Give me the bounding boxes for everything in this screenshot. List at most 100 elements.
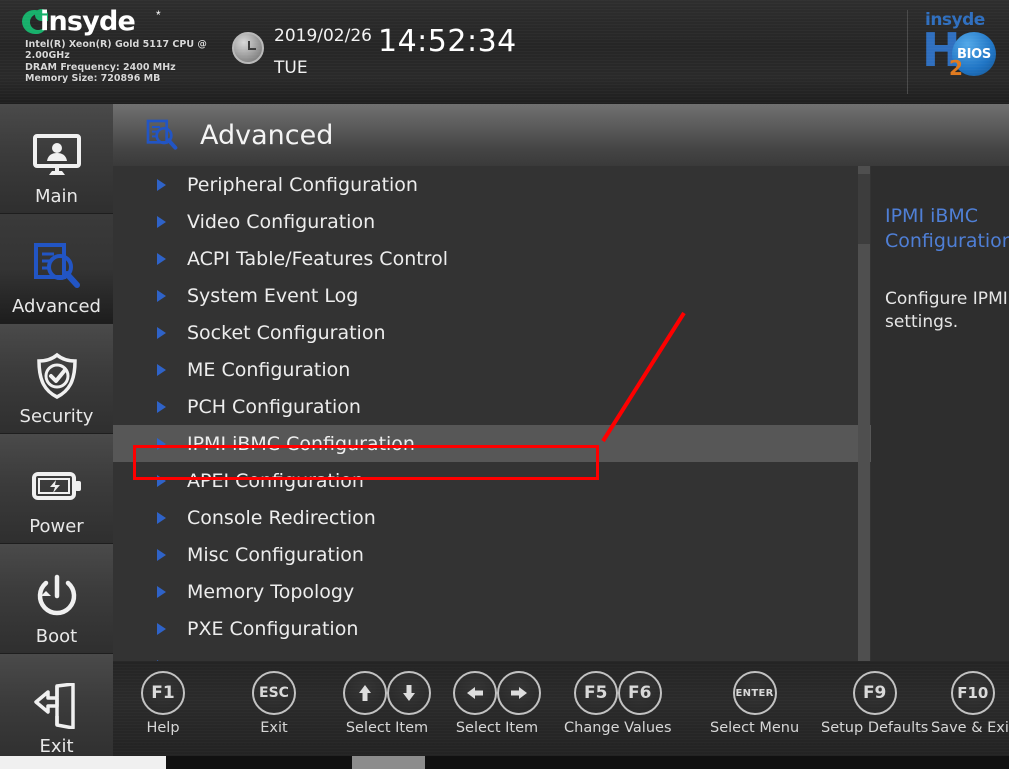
- system-weekday: TUE: [274, 58, 308, 78]
- arrow-right-icon: [511, 687, 527, 699]
- system-date: 2019/02/26: [274, 26, 372, 46]
- submenu-arrow-icon: [157, 289, 166, 302]
- page-title: Advanced: [200, 119, 334, 151]
- key-arrow-left[interactable]: [453, 671, 497, 715]
- sidebar-item-label: Main: [35, 186, 78, 207]
- submenu-arrow-icon: [157, 437, 166, 450]
- submenu-arrow-icon: [157, 215, 166, 228]
- fkey-help[interactable]: F1 Help: [141, 671, 185, 736]
- fkey-label: Save & Exit: [931, 720, 1009, 736]
- logo-divider: [907, 10, 908, 94]
- fkey-label: Select Menu: [710, 720, 800, 736]
- sidebar-item-exit[interactable]: Exit: [0, 654, 113, 764]
- menu-item-label: Memory Topology: [187, 580, 355, 603]
- sidebar-item-advanced[interactable]: Advanced: [0, 214, 113, 324]
- main-content-panel: Advanced Peripheral Configuration Video …: [113, 104, 1009, 661]
- fkey-change-values[interactable]: F5 F6 Change Values: [564, 671, 672, 736]
- sidebar-item-security[interactable]: Security: [0, 324, 113, 434]
- arrow-down-icon: [403, 685, 415, 701]
- submenu-arrow-icon: [157, 548, 166, 561]
- h2o-subscript-text: 2: [949, 56, 963, 80]
- key-esc[interactable]: ESC: [252, 671, 296, 715]
- bottom-strip-mid-segment: [352, 756, 425, 769]
- submenu-arrow-icon: [157, 363, 166, 376]
- menu-scrollbar[interactable]: [858, 166, 870, 661]
- arrow-left-icon: [467, 687, 483, 699]
- shield-check-icon: [34, 348, 80, 404]
- fkey-select-item-horizontal[interactable]: Select Item: [453, 671, 541, 736]
- page-header: Advanced: [113, 104, 1009, 166]
- menu-item-misc-configuration[interactable]: Misc Configuration: [113, 536, 871, 573]
- sidebar-item-power[interactable]: Power: [0, 434, 113, 544]
- menu-item-system-event-log[interactable]: System Event Log: [113, 277, 871, 314]
- system-info-text: Intel(R) Xeon(R) Gold 5117 CPU @ 2.00GHz…: [25, 39, 207, 85]
- clock-icon: [232, 32, 264, 64]
- system-time: 14:52:34: [378, 24, 517, 59]
- menu-item-video-configuration[interactable]: Video Configuration: [113, 203, 871, 240]
- menu-item-peripheral-configuration[interactable]: Peripheral Configuration: [113, 166, 871, 203]
- bios-setup-screen: insyde * Intel(R) Xeon(R) Gold 5117 CPU …: [0, 0, 1009, 769]
- sidebar-item-label: Exit: [39, 736, 74, 757]
- menu-item-label: System Event Log: [187, 284, 359, 307]
- menu-item-acpi-table-features-control[interactable]: ACPI Table/Features Control: [113, 240, 871, 277]
- sidebar-item-label: Advanced: [12, 296, 101, 317]
- sidebar-item-label: Security: [19, 406, 94, 427]
- bottom-strip-left-segment: [0, 756, 166, 769]
- fkey-label: Select Item: [455, 720, 539, 736]
- key-f6[interactable]: F6: [617, 671, 662, 715]
- key-arrow-right[interactable]: [497, 671, 541, 715]
- menu-scrollbar-thumb[interactable]: [858, 174, 870, 244]
- menu-item-pxe-configuration[interactable]: PXE Configuration: [113, 610, 871, 647]
- fkey-select-item-vertical[interactable]: Select Item: [343, 671, 431, 736]
- bottom-edge-strip: [0, 756, 1009, 769]
- fkey-label: Change Values: [564, 720, 672, 736]
- menu-item-label: Socket Configuration: [187, 321, 386, 344]
- help-description: Configure IPMI iBMC settings.: [885, 289, 1009, 332]
- brand-trademark: *: [156, 8, 161, 22]
- menu-item-me-configuration[interactable]: ME Configuration: [113, 351, 871, 388]
- fkey-exit[interactable]: ESC Exit: [252, 671, 296, 736]
- insyde-logo: insyde *: [22, 6, 252, 37]
- key-f9[interactable]: F9: [852, 671, 897, 715]
- sidebar-item-boot[interactable]: Boot: [0, 544, 113, 654]
- fkey-label: Setup Defaults: [821, 720, 929, 736]
- submenu-arrow-icon: [157, 474, 166, 487]
- key-f1[interactable]: F1: [141, 671, 185, 715]
- key-enter[interactable]: ENTER: [732, 671, 777, 715]
- top-header-bar: insyde * Intel(R) Xeon(R) Gold 5117 CPU …: [0, 0, 1009, 104]
- fkey-label: Exit: [260, 720, 288, 736]
- fkey-label: Select Item: [345, 720, 429, 736]
- menu-item-partially-visible[interactable]: [113, 647, 871, 661]
- advanced-menu-list: Peripheral Configuration Video Configura…: [113, 166, 871, 661]
- fkey-save-exit[interactable]: F10 Save & Exit: [931, 671, 1009, 736]
- menu-item-label: PXE Configuration: [187, 617, 359, 640]
- submenu-arrow-icon: [157, 326, 166, 339]
- menu-item-memory-topology[interactable]: Memory Topology: [113, 573, 871, 610]
- power-symbol-icon: [33, 568, 81, 624]
- key-f10[interactable]: F10: [950, 671, 995, 715]
- help-panel: IPMI iBMC Configuration Configure IPMI i…: [871, 166, 1009, 661]
- menu-item-label: PCH Configuration: [187, 395, 361, 418]
- menu-item-label: Misc Configuration: [187, 543, 364, 566]
- fkey-setup-defaults[interactable]: F9 Setup Defaults: [821, 671, 928, 736]
- menu-item-label: IPMI iBMC Configuration: [187, 432, 415, 455]
- key-f5[interactable]: F5: [573, 671, 618, 715]
- menu-item-label: ME Configuration: [187, 358, 351, 381]
- menu-item-label: Video Configuration: [187, 210, 376, 233]
- menu-item-pch-configuration[interactable]: PCH Configuration: [113, 388, 871, 425]
- help-title: IPMI iBMC Configuration: [885, 205, 1009, 252]
- sidebar-item-main[interactable]: Main: [0, 104, 113, 214]
- key-arrow-up[interactable]: [343, 671, 387, 715]
- menu-item-console-redirection[interactable]: Console Redirection: [113, 499, 871, 536]
- sidebar-item-label: Boot: [35, 626, 78, 647]
- menu-item-socket-configuration[interactable]: Socket Configuration: [113, 314, 871, 351]
- document-magnifier-icon: [146, 119, 178, 151]
- menu-item-ipmi-ibmc-configuration[interactable]: IPMI iBMC Configuration: [113, 425, 871, 462]
- fkey-select-menu[interactable]: ENTER Select Menu: [710, 671, 799, 736]
- battery-bolt-icon: [31, 458, 83, 514]
- submenu-arrow-icon: [157, 400, 166, 413]
- menu-item-apei-configuration[interactable]: APEI Configuration: [113, 462, 871, 499]
- key-arrow-down[interactable]: [387, 671, 431, 715]
- submenu-arrow-icon: [157, 511, 166, 524]
- menu-item-label: APEI Configuration: [187, 469, 364, 492]
